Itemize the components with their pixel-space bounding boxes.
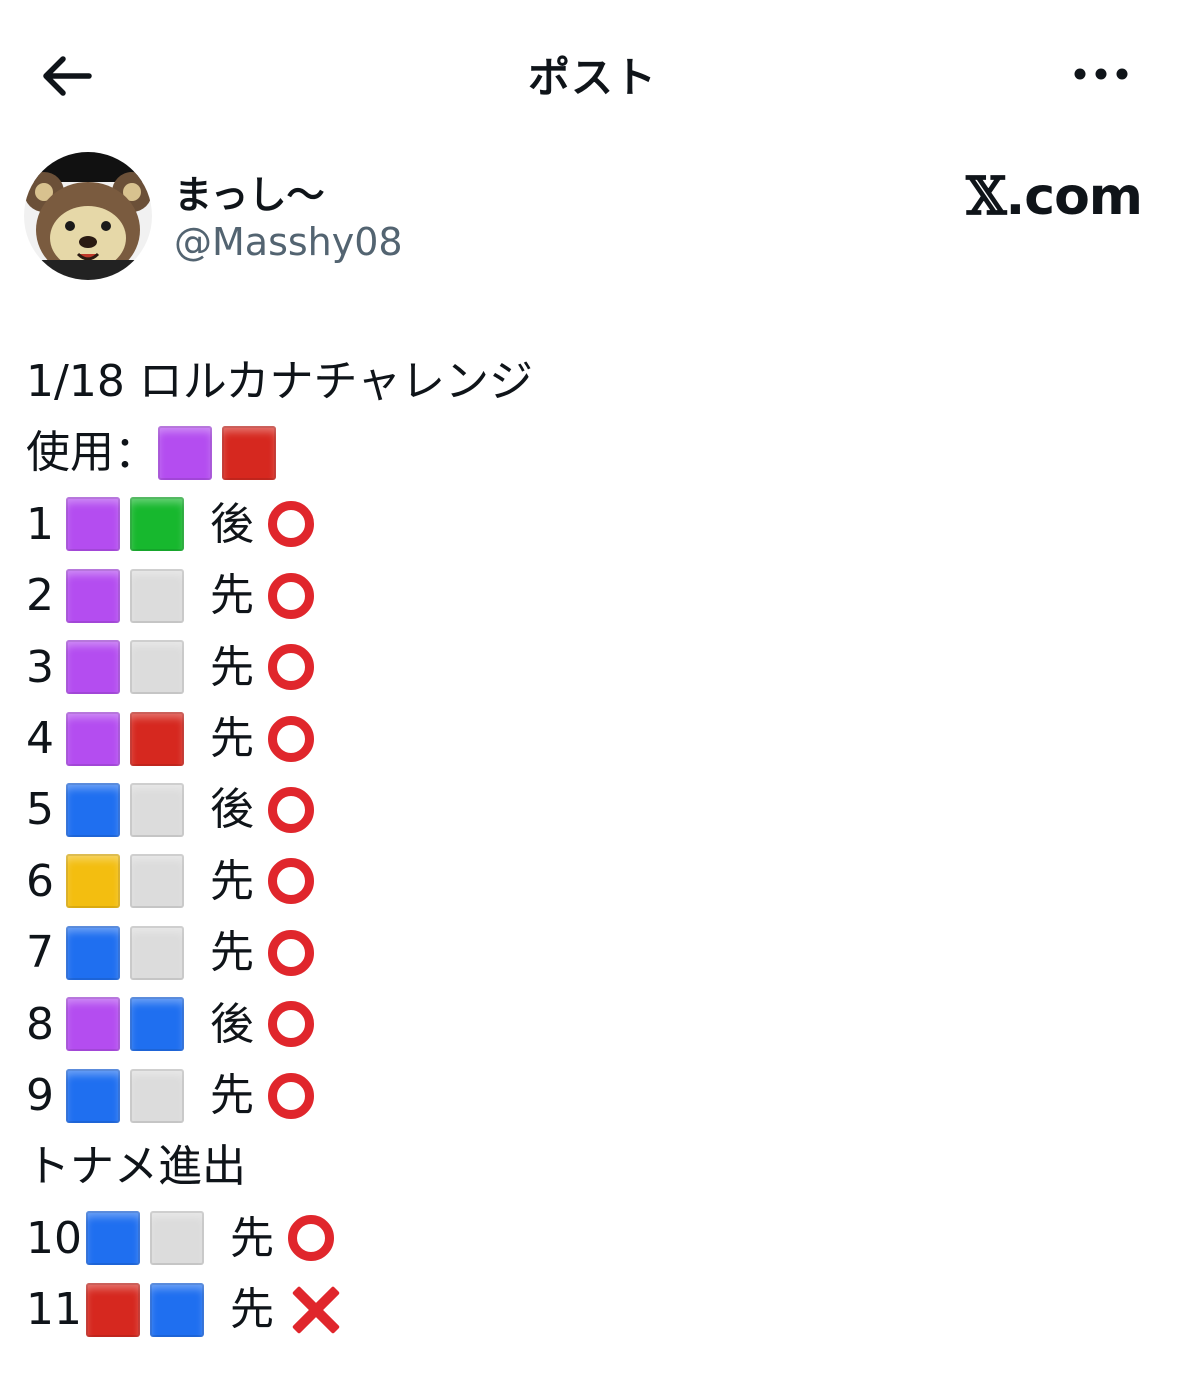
- more-options-button[interactable]: [1066, 54, 1136, 94]
- used-purple-square: [158, 426, 212, 481]
- win-circle-icon: [268, 572, 314, 619]
- display-name[interactable]: まっし〜: [174, 164, 324, 219]
- win-circle-icon: [268, 787, 314, 834]
- loss-cross-icon: [288, 1283, 342, 1337]
- opponent-yellow-square: [66, 854, 120, 909]
- opponent-purple-square: [66, 640, 120, 695]
- opponent-white-square: [130, 854, 184, 909]
- top-bar: ポスト: [0, 0, 1185, 150]
- post-text: 1/18 ロルカナチャレンジ 使用： 1後2先3先4先5後6先7先8後9先 トナ…: [26, 346, 1146, 1345]
- opponent-red-square: [86, 1282, 140, 1337]
- opponent-blue-square: [130, 997, 184, 1052]
- win-circle-icon: [268, 644, 314, 691]
- game-number: 9: [26, 1069, 54, 1121]
- win-circle-icon: [268, 858, 314, 905]
- turn-order: 先: [210, 641, 254, 693]
- game-row: 7先: [26, 917, 1146, 988]
- game-number: 6: [26, 855, 54, 907]
- turn-order: 先: [210, 855, 254, 907]
- opponent-white-square: [130, 925, 184, 980]
- game-row: 2先: [26, 560, 1146, 631]
- opponent-purple-square: [66, 568, 120, 623]
- win-circle-icon: [288, 1215, 334, 1262]
- game-row: 9先: [26, 1060, 1146, 1131]
- turn-order: 後: [210, 784, 254, 836]
- turn-order: 先: [230, 1284, 274, 1336]
- game-number: 8: [26, 998, 54, 1050]
- win-circle-icon: [268, 1072, 314, 1119]
- opponent-white-square: [130, 783, 184, 838]
- game-row: 10 先: [26, 1203, 1146, 1274]
- opponent-red-square: [130, 711, 184, 766]
- game-row: 8後: [26, 989, 1146, 1060]
- opponent-blue-square: [150, 1282, 204, 1337]
- games-list: 1後2先3先4先5後6先7先8後9先: [26, 489, 1146, 1132]
- opponent-blue-square: [66, 783, 120, 838]
- game-number: 11: [26, 1284, 82, 1336]
- turn-order: 先: [230, 1212, 274, 1264]
- opponent-blue-square: [66, 925, 120, 980]
- tournament-games-list: 10 先 11 先: [26, 1203, 1146, 1346]
- avatar[interactable]: [24, 152, 152, 280]
- turn-order: 先: [210, 927, 254, 979]
- game-number: 1: [26, 498, 54, 550]
- game-number: 3: [26, 641, 54, 693]
- win-circle-icon: [268, 501, 314, 548]
- game-row: 4先: [26, 703, 1146, 774]
- opponent-white-square: [150, 1211, 204, 1266]
- post-author: まっし〜 @Masshy08 𝕏.com: [24, 150, 1164, 280]
- advance-line: トナメ進出: [26, 1141, 246, 1193]
- x-com-logo: 𝕏.com: [966, 166, 1143, 227]
- game-row: 1後: [26, 489, 1146, 560]
- opponent-blue-square: [86, 1211, 140, 1266]
- bear-face-avatar: [24, 152, 152, 280]
- opponent-white-square: [130, 568, 184, 623]
- turn-order: 後: [210, 998, 254, 1050]
- win-circle-icon: [268, 715, 314, 762]
- opponent-purple-square: [66, 997, 120, 1052]
- win-circle-icon: [268, 1001, 314, 1048]
- win-circle-icon: [268, 929, 314, 976]
- brand-domain: .com: [1005, 167, 1143, 227]
- used-deck-squares: [158, 426, 286, 481]
- opponent-purple-square: [66, 711, 120, 766]
- game-number: 5: [26, 784, 54, 836]
- turn-order: 先: [210, 1069, 254, 1121]
- opponent-white-square: [130, 1068, 184, 1123]
- page-title: ポスト: [527, 53, 657, 102]
- post-heading: 1/18 ロルカナチャレンジ: [26, 356, 534, 407]
- game-number: 2: [26, 570, 54, 622]
- game-row: 11 先: [26, 1274, 1146, 1345]
- user-handle[interactable]: @Masshy08: [174, 220, 403, 264]
- game-number: 4: [26, 712, 54, 764]
- game-number: 7: [26, 927, 54, 979]
- game-row: 3先: [26, 632, 1146, 703]
- opponent-blue-square: [66, 1068, 120, 1123]
- used-red-square: [222, 426, 276, 481]
- used-label: 使用：: [26, 427, 158, 479]
- more-horizontal-icon: [1074, 68, 1128, 80]
- turn-order: 先: [210, 570, 254, 622]
- turn-order: 先: [210, 712, 254, 764]
- game-row: 5後: [26, 774, 1146, 845]
- opponent-green-square: [130, 497, 184, 552]
- game-number: 10: [26, 1212, 82, 1264]
- used-deck-line: 使用：: [26, 417, 1146, 488]
- turn-order: 後: [210, 498, 254, 550]
- opponent-purple-square: [66, 497, 120, 552]
- opponent-white-square: [130, 640, 184, 695]
- game-row: 6先: [26, 846, 1146, 917]
- x-logo-icon: 𝕏: [966, 166, 1006, 227]
